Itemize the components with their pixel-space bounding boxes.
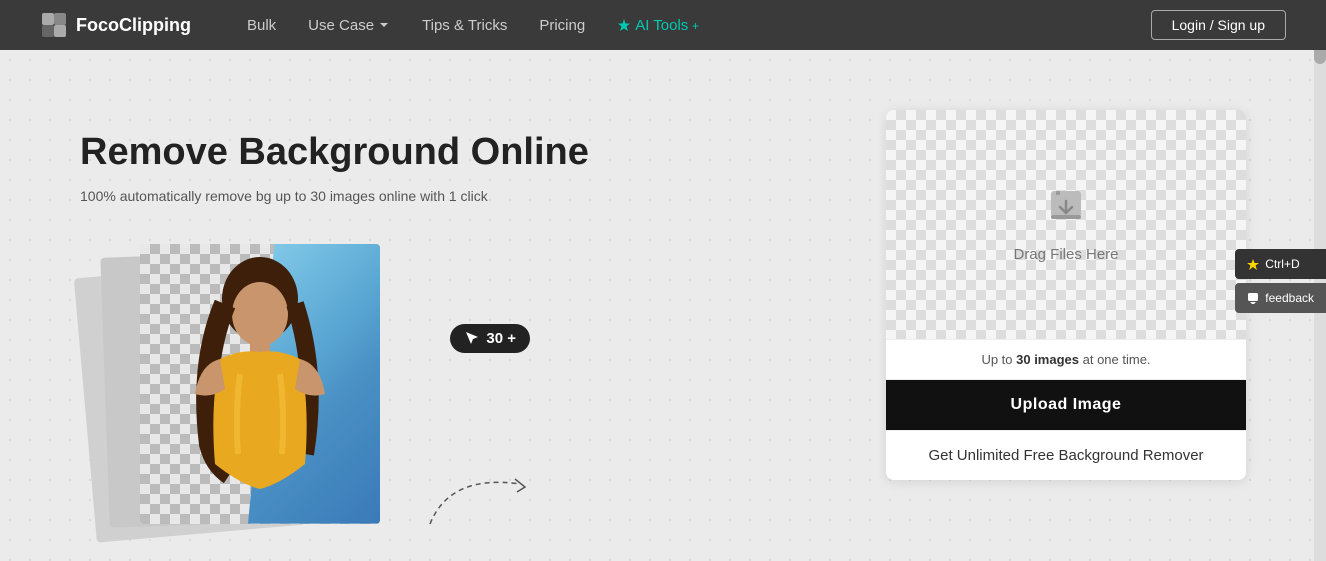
hero-title: Remove Background Online [80, 130, 846, 176]
hero-section: Remove Background Online 100% automatica… [80, 110, 846, 544]
upload-panel: Drag Files Here Up to 30 images at one t… [886, 110, 1246, 480]
nav-bulk[interactable]: Bulk [247, 17, 276, 34]
nav-ai-tools[interactable]: AI Tools + [617, 17, 706, 34]
illustration-area: 30 + [80, 244, 560, 544]
feedback-label: feedback [1265, 291, 1314, 305]
hero-subtitle: 100% automatically remove bg up to 30 im… [80, 188, 846, 204]
logo[interactable]: FocoClipping [40, 11, 191, 39]
bookmark-button[interactable]: Ctrl+D [1235, 249, 1326, 279]
bookmark-label: Ctrl+D [1265, 257, 1299, 271]
login-button[interactable]: Login / Sign up [1151, 10, 1286, 40]
dropzone[interactable]: Drag Files Here [886, 110, 1246, 340]
nav-use-case[interactable]: Use Case [308, 17, 390, 34]
image-count: 30 images [1016, 352, 1079, 367]
feedback-button[interactable]: feedback [1235, 283, 1326, 313]
navigation: FocoClipping Bulk Use Case Tips & Tricks… [0, 0, 1326, 50]
main-image-card [140, 244, 380, 524]
upload-button[interactable]: Upload Image [886, 380, 1246, 430]
download-icon [1046, 187, 1086, 236]
svg-text:+: + [692, 19, 699, 32]
upload-info: Up to 30 images at one time. [886, 340, 1246, 380]
logo-text: FocoClipping [76, 15, 191, 36]
nav-tips-tricks[interactable]: Tips & Tricks [422, 17, 507, 34]
floating-buttons: Ctrl+D feedback [1235, 249, 1326, 313]
badge-30-plus: 30 + [450, 324, 530, 353]
main-content: Remove Background Online 100% automatica… [0, 50, 1326, 561]
unlimited-button[interactable]: Get Unlimited Free Background Remover [886, 430, 1246, 480]
drag-files-text: Drag Files Here [1013, 246, 1118, 263]
upload-panel-wrapper: Drag Files Here Up to 30 images at one t… [886, 110, 1246, 480]
nav-pricing[interactable]: Pricing [539, 17, 585, 34]
